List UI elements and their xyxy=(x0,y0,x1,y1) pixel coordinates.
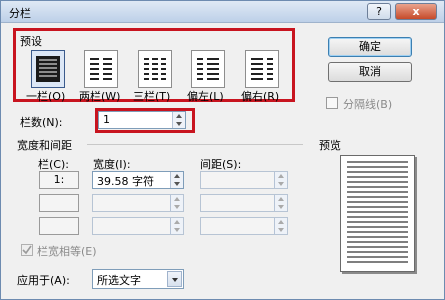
col-width-3-spin-arrows[interactable] xyxy=(170,218,183,234)
separator-checkbox[interactable] xyxy=(326,97,338,109)
spin-up-icon xyxy=(278,197,284,201)
title-bar[interactable]: 分栏 ? x xyxy=(1,1,444,23)
col-spacing-3-spin-arrows[interactable] xyxy=(274,218,287,234)
presets-title: 预设 xyxy=(20,35,42,48)
preset-three-columns[interactable] xyxy=(138,50,172,88)
col-width-2-spin-arrows[interactable] xyxy=(170,195,183,211)
spin-up-icon xyxy=(174,220,180,224)
spin-down-icon xyxy=(174,228,180,232)
separator-label: 分隔线(B) xyxy=(343,98,393,111)
preview-page xyxy=(340,155,415,272)
col-width-1-spin-arrows[interactable] xyxy=(170,172,183,188)
col-width-1-stepper[interactable]: 39.58 字符 xyxy=(92,171,184,189)
apply-to-select[interactable]: 所选文字 xyxy=(92,269,184,289)
apply-to-value: 所选文字 xyxy=(97,274,141,287)
spin-up-icon xyxy=(278,174,284,178)
columns-dialog: 分栏 ? x 预设 一栏(O) 两栏(W) 三栏(T) 偏左(L) 偏右(R) … xyxy=(0,0,445,300)
preview-text-lines xyxy=(347,161,408,263)
col-spacing-1-spin-arrows[interactable] xyxy=(274,172,287,188)
preset-label-right: 偏右(R) xyxy=(241,90,280,103)
equal-width-label: 栏宽相等(E) xyxy=(37,245,97,258)
checkmark-icon xyxy=(22,245,32,255)
preset-two-columns[interactable] xyxy=(84,50,118,88)
ok-button[interactable]: 确定 xyxy=(328,37,412,57)
columns-count-spin-arrows[interactable] xyxy=(172,112,185,128)
preset-label-two: 两栏(W) xyxy=(79,90,121,103)
spin-down-icon xyxy=(176,122,182,126)
width-spacing-title: 宽度和间距 xyxy=(17,139,72,152)
chevron-down-icon[interactable] xyxy=(167,271,182,287)
equal-width-checkbox[interactable] xyxy=(21,244,33,256)
preset-label-one: 一栏(O) xyxy=(26,90,66,103)
width-header: 宽度(I): xyxy=(93,158,131,171)
preset-one-column[interactable] xyxy=(31,50,65,88)
preset-right[interactable] xyxy=(245,50,279,88)
spin-down-icon xyxy=(278,228,284,232)
right-columns-icon xyxy=(251,58,273,80)
preset-left[interactable] xyxy=(191,50,225,88)
preview-title: 预览 xyxy=(319,139,341,152)
columns-count-stepper[interactable]: 1 xyxy=(98,111,186,129)
preset-label-left: 偏左(L) xyxy=(187,90,224,103)
three-columns-icon xyxy=(144,58,166,80)
preset-label-three: 三栏(T) xyxy=(133,90,171,103)
apply-to-label: 应用于(A): xyxy=(17,274,70,287)
dialog-title: 分栏 xyxy=(9,7,31,20)
columns-count-label: 栏数(N): xyxy=(20,116,63,129)
spin-up-icon xyxy=(174,197,180,201)
close-button[interactable]: x xyxy=(395,3,437,20)
spin-up-icon xyxy=(174,174,180,178)
spin-down-icon xyxy=(278,205,284,209)
spin-up-icon xyxy=(176,114,182,118)
spin-down-icon xyxy=(174,182,180,186)
col-spacing-1-stepper[interactable] xyxy=(200,171,288,189)
col-spacing-2-spin-arrows[interactable] xyxy=(274,195,287,211)
spacing-header: 间距(S): xyxy=(200,158,242,171)
spin-down-icon xyxy=(278,182,284,186)
col-number-2 xyxy=(39,194,79,212)
col-width-2-stepper[interactable] xyxy=(92,194,184,212)
two-columns-icon xyxy=(90,58,112,80)
col-number-3 xyxy=(39,217,79,235)
group-divider xyxy=(87,144,303,145)
spin-down-icon xyxy=(174,205,180,209)
col-width-3-stepper[interactable] xyxy=(92,217,184,235)
col-number-1: 1: xyxy=(39,171,79,189)
one-column-icon xyxy=(36,56,60,82)
columns-count-value: 1 xyxy=(103,113,110,126)
spin-up-icon xyxy=(278,220,284,224)
cancel-button[interactable]: 取消 xyxy=(328,62,412,82)
col-spacing-3-stepper[interactable] xyxy=(200,217,288,235)
col-width-1-value: 39.58 字符 xyxy=(97,175,154,188)
col-spacing-2-stepper[interactable] xyxy=(200,194,288,212)
help-button[interactable]: ? xyxy=(367,3,391,20)
col-header: 栏(C): xyxy=(38,158,69,171)
left-columns-icon xyxy=(197,58,219,80)
